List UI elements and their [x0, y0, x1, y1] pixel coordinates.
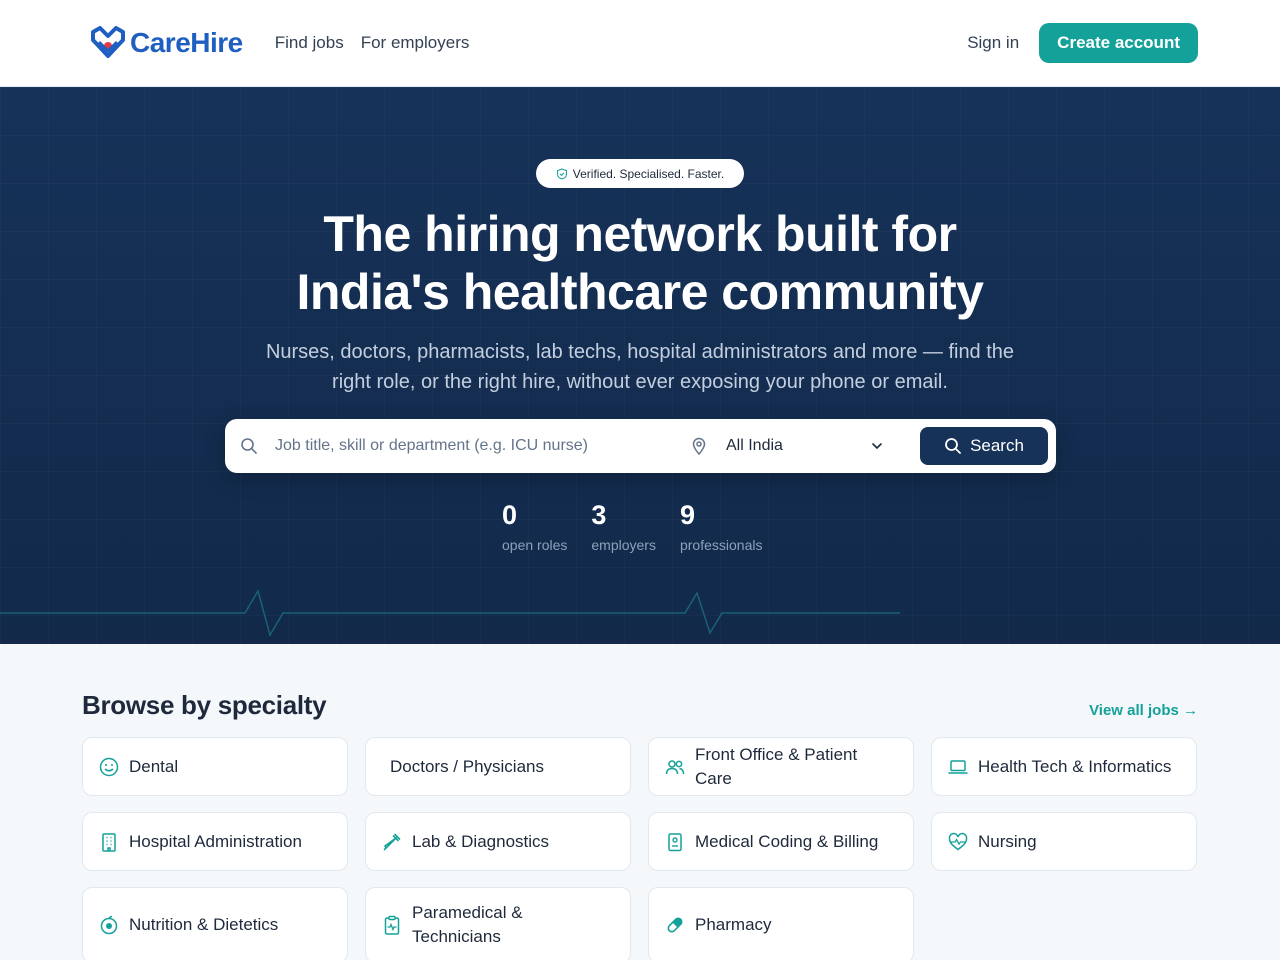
specialty-label: Paramedical & Technicians [412, 903, 523, 946]
stat-open-roles: 0 open roles [502, 499, 567, 553]
specialty-card-hospital-admin[interactable]: Hospital Administration [82, 812, 348, 871]
specialty-label: Lab & Diagnostics [412, 831, 550, 851]
sign-in-link[interactable]: Sign in [967, 33, 1019, 53]
users-icon [665, 759, 685, 774]
specialty-card-medical-coding[interactable]: Medical Coding & Billing [648, 812, 914, 871]
specialty-label: Pharmacy [695, 915, 772, 934]
badge-text: Verified. Specialised. Faster. [572, 166, 725, 181]
apple-icon [100, 915, 118, 935]
id-badge-icon [668, 832, 682, 851]
heartbeat-line-decoration [0, 589, 900, 637]
specialty-card-nutrition[interactable]: Nutrition & Dietetics [82, 887, 348, 960]
hero-subtitle-line1: Nurses, doctors, pharmacists, lab techs,… [265, 341, 1015, 363]
building-icon [102, 832, 116, 852]
specialty-label: Medical Coding & Billing [695, 831, 879, 851]
specialty-card-pharmacy[interactable]: Pharmacy [648, 887, 914, 960]
pill-icon [667, 917, 683, 933]
specialty-card-lab[interactable]: Lab & Diagnostics [365, 812, 631, 871]
logo-heart-icon [91, 26, 125, 58]
stat-value: 3 [591, 500, 607, 530]
search-button-icon [945, 438, 961, 454]
hero-title: The hiring network built for India's hea… [0, 205, 1280, 321]
hero-stats: 0 open roles 3 employers 9 professionals [502, 499, 762, 553]
job-search-bar: All India Search [225, 419, 1056, 473]
carehire-logo[interactable]: CareHire [90, 26, 243, 60]
main-nav: Find jobs For employers [275, 33, 470, 53]
search-button-label: Search [970, 436, 1024, 455]
top-navbar: CareHire Find jobs For employers Sign in… [0, 0, 1280, 87]
nav-for-employers[interactable]: For employers [361, 33, 470, 53]
search-icon [241, 438, 257, 454]
hero-section: Verified. Specialised. Faster. The hirin… [0, 87, 1280, 644]
specialty-label: Front Office & Patient Care [695, 744, 858, 788]
hero-subtitle-line2: right role, or the right hire, without e… [332, 371, 948, 393]
location-select[interactable]: All India [726, 437, 866, 455]
stat-professionals: 9 professionals [680, 499, 763, 553]
laptop-icon [948, 759, 968, 774]
specialty-label: Nutrition & Dietetics [129, 915, 279, 934]
stat-label: employers [591, 537, 656, 553]
specialty-label: Nursing [978, 831, 1037, 851]
pipette-icon [383, 833, 401, 850]
specialty-card-dental[interactable]: Dental [82, 737, 348, 796]
heart-pulse-icon [948, 832, 968, 850]
stat-value: 0 [502, 500, 518, 530]
specialty-card-nursing[interactable]: Nursing [931, 812, 1197, 871]
specialty-label: Health Tech & Informatics [978, 756, 1172, 776]
nav-find-jobs[interactable]: Find jobs [275, 33, 344, 53]
specialty-card-paramedical[interactable]: Paramedical & Technicians [365, 887, 631, 960]
shield-check-icon [556, 167, 567, 180]
specialty-grid: Dental Doctors / Physicians Front Office… [82, 737, 1198, 960]
stat-label: professionals [679, 537, 763, 553]
hero-subtitle: Nurses, doctors, pharmacists, lab techs,… [230, 337, 1050, 397]
job-search-input[interactable] [275, 437, 675, 455]
clipboard-pulse-icon [384, 915, 400, 935]
chevron-down-icon[interactable] [870, 439, 884, 453]
browse-header: Browse by specialty View all jobs → [82, 690, 1198, 721]
specialty-card-health-tech[interactable]: Health Tech & Informatics [931, 737, 1197, 796]
stat-label: open roles [502, 537, 568, 553]
stat-value: 9 [679, 500, 696, 530]
browse-title: Browse by specialty [82, 690, 327, 720]
specialty-label: Hospital Administration [129, 831, 302, 851]
logo-text: CareHire [130, 27, 243, 58]
verified-badge: Verified. Specialised. Faster. [536, 159, 744, 188]
specialty-label: Doctors / Physicians [390, 756, 544, 776]
create-account-button[interactable]: Create account [1039, 23, 1198, 63]
hero-title-line2: India's healthcare community [296, 264, 984, 320]
stat-employers: 3 employers [591, 499, 656, 553]
specialty-label: Dental [129, 756, 179, 776]
hero-title-line1: The hiring network built for [323, 206, 957, 262]
view-all-jobs-link[interactable]: View all jobs → [1089, 702, 1198, 719]
specialty-card-doctors[interactable]: Doctors / Physicians [365, 737, 631, 796]
specialty-card-front-office[interactable]: Front Office & Patient Care [648, 737, 914, 796]
browse-section: Browse by specialty View all jobs → Dent… [0, 690, 1280, 960]
search-button[interactable]: Search [920, 427, 1048, 465]
map-pin-icon [692, 437, 706, 455]
smile-icon [99, 757, 119, 776]
